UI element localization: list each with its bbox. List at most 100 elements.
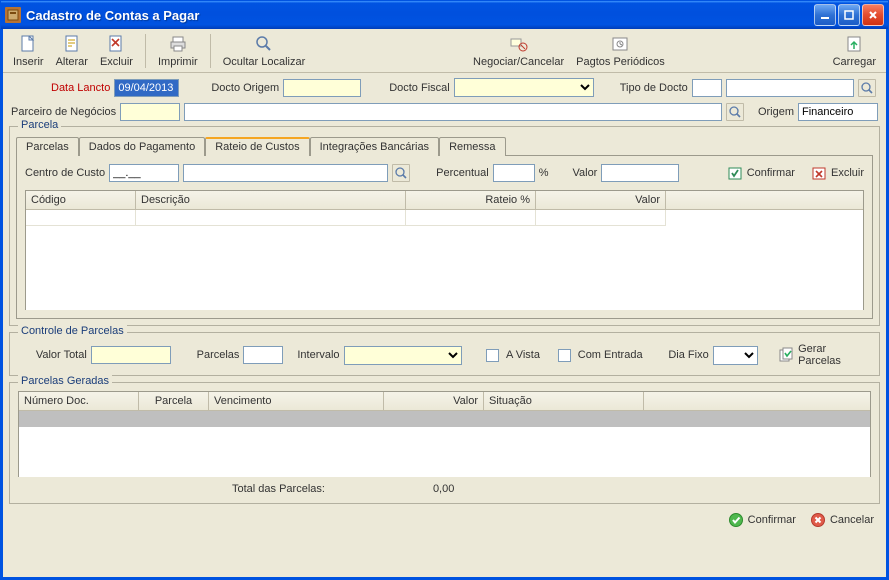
confirm-icon: [727, 165, 743, 181]
docto-fiscal-label: Docto Fiscal: [389, 82, 450, 94]
tab-integracoes[interactable]: Integrações Bancárias: [310, 137, 439, 156]
tipo-docto-desc-field[interactable]: [726, 79, 854, 97]
data-lancto-field[interactable]: [114, 79, 179, 97]
new-doc-icon: [17, 33, 39, 55]
pagtos-periodicos-button[interactable]: Pagtos Periódicos: [570, 31, 671, 70]
tipo-docto-code-field[interactable]: [692, 79, 722, 97]
rateio-grid[interactable]: Código Descrição Rateio % Valor: [25, 190, 864, 310]
magnifier-icon: [253, 33, 275, 55]
geradas-grid[interactable]: Número Doc. Parcela Vencimento Valor Sit…: [18, 391, 871, 477]
col-vencimento[interactable]: Vencimento: [209, 392, 384, 410]
footer-cancelar-button[interactable]: Cancelar: [810, 512, 874, 528]
load-icon: [843, 33, 865, 55]
centro-custo-code-field[interactable]: [109, 164, 179, 182]
data-lancto-label: Data Lancto: [51, 82, 110, 94]
centro-custo-desc-field[interactable]: [183, 164, 388, 182]
fields-row-2: Parceiro de Negócios Origem: [3, 100, 886, 124]
col-filler: [666, 191, 863, 209]
rateio-grid-header: Código Descrição Rateio % Valor: [26, 191, 863, 210]
toolbar-separator: [145, 34, 146, 68]
tab-dados-pagamento[interactable]: Dados do Pagamento: [79, 137, 205, 156]
ok-circle-icon: [728, 512, 744, 528]
rateio-controls-row: Centro de Custo Percentual % Valor Confi…: [25, 164, 864, 190]
fields-row-1: Data Lancto Docto Origem Docto Fiscal Ti…: [3, 73, 886, 100]
rateio-grid-body[interactable]: [26, 210, 863, 310]
percentual-label: Percentual: [436, 167, 489, 179]
printer-icon: [167, 33, 189, 55]
docto-fiscal-combo[interactable]: [454, 78, 594, 97]
percentual-field[interactable]: [493, 164, 535, 182]
rateio-excluir-button[interactable]: Excluir: [811, 165, 864, 181]
geradas-total-row: Total das Parcelas: 0,00: [18, 477, 871, 495]
valor-total-field[interactable]: [91, 346, 171, 364]
parcela-group-label: Parcela: [18, 119, 61, 131]
table-row[interactable]: [26, 210, 863, 226]
gerar-parcelas-button[interactable]: Gerar Parcelas: [778, 343, 871, 367]
parceiro-search-button[interactable]: [726, 103, 744, 121]
col-rateio[interactable]: Rateio %: [406, 191, 536, 209]
toolbar-separator: [210, 34, 211, 68]
carregar-button[interactable]: Carregar: [827, 31, 882, 70]
parceiro-code-field[interactable]: [120, 103, 180, 121]
dia-fixo-label: Dia Fixo: [668, 349, 708, 361]
com-entrada-checkbox[interactable]: [558, 349, 571, 362]
close-button[interactable]: [862, 4, 884, 26]
origem-label: Origem: [758, 106, 794, 118]
col-filler-g: [644, 392, 870, 410]
edit-doc-icon: [61, 33, 83, 55]
geradas-grid-body[interactable]: [19, 411, 870, 477]
col-numero-doc[interactable]: Número Doc.: [19, 392, 139, 410]
client-area: Inserir Alterar Excluir Imprimir Ocultar…: [1, 29, 888, 579]
parcelas-count-field[interactable]: [243, 346, 283, 364]
col-valor-g[interactable]: Valor: [384, 392, 484, 410]
col-codigo[interactable]: Código: [26, 191, 136, 209]
com-entrada-label: Com Entrada: [578, 349, 643, 361]
negociar-cancelar-button[interactable]: Negociar/Cancelar: [467, 31, 570, 70]
excluir-button[interactable]: Excluir: [94, 31, 139, 70]
imprimir-button[interactable]: Imprimir: [152, 31, 204, 70]
avista-checkbox[interactable]: [486, 349, 499, 362]
col-valor[interactable]: Valor: [536, 191, 666, 209]
intervalo-label: Intervalo: [297, 349, 339, 361]
negotiate-icon: [508, 33, 530, 55]
app-icon: [5, 7, 21, 23]
titlebar[interactable]: Cadastro de Contas a Pagar: [1, 1, 888, 29]
window-title: Cadastro de Contas a Pagar: [26, 8, 812, 23]
geradas-group-label: Parcelas Geradas: [18, 375, 112, 387]
parcelas-count-label: Parcelas: [197, 349, 240, 361]
generate-icon: [778, 347, 794, 363]
centro-custo-search-button[interactable]: [392, 164, 410, 182]
avista-label: A Vista: [506, 349, 540, 361]
docto-origem-label: Docto Origem: [211, 82, 279, 94]
table-row[interactable]: [19, 411, 870, 427]
valor-field[interactable]: [601, 164, 679, 182]
alterar-button[interactable]: Alterar: [50, 31, 94, 70]
delete-icon: [811, 165, 827, 181]
centro-custo-label: Centro de Custo: [25, 167, 105, 179]
col-descricao[interactable]: Descrição: [136, 191, 406, 209]
ocultar-localizar-button[interactable]: Ocultar Localizar: [217, 31, 312, 70]
controle-group-label: Controle de Parcelas: [18, 325, 127, 337]
tipo-docto-search-button[interactable]: [858, 79, 876, 97]
dia-fixo-combo[interactable]: [713, 346, 759, 365]
minimize-button[interactable]: [814, 4, 836, 26]
docto-origem-field[interactable]: [283, 79, 361, 97]
rateio-confirmar-button[interactable]: Confirmar: [727, 165, 795, 181]
geradas-grid-header: Número Doc. Parcela Vencimento Valor Sit…: [19, 392, 870, 411]
total-parcelas-label: Total das Parcelas:: [232, 483, 325, 495]
footer-confirmar-button[interactable]: Confirmar: [728, 512, 796, 528]
parcela-group: Parcela Parcelas Dados do Pagamento Rate…: [9, 126, 880, 326]
parceiro-desc-field[interactable]: [184, 103, 722, 121]
cancel-circle-icon: [810, 512, 826, 528]
main-toolbar: Inserir Alterar Excluir Imprimir Ocultar…: [3, 29, 886, 73]
inserir-button[interactable]: Inserir: [7, 31, 50, 70]
intervalo-combo[interactable]: [344, 346, 463, 365]
tab-parcelas[interactable]: Parcelas: [16, 137, 79, 156]
percentual-suffix: %: [539, 167, 549, 179]
window: Cadastro de Contas a Pagar Inserir Alter…: [0, 0, 889, 580]
col-situacao[interactable]: Situação: [484, 392, 644, 410]
maximize-button[interactable]: [838, 4, 860, 26]
tab-rateio-custos[interactable]: Rateio de Custos: [205, 137, 309, 156]
col-parcela[interactable]: Parcela: [139, 392, 209, 410]
tab-remessa[interactable]: Remessa: [439, 137, 505, 156]
